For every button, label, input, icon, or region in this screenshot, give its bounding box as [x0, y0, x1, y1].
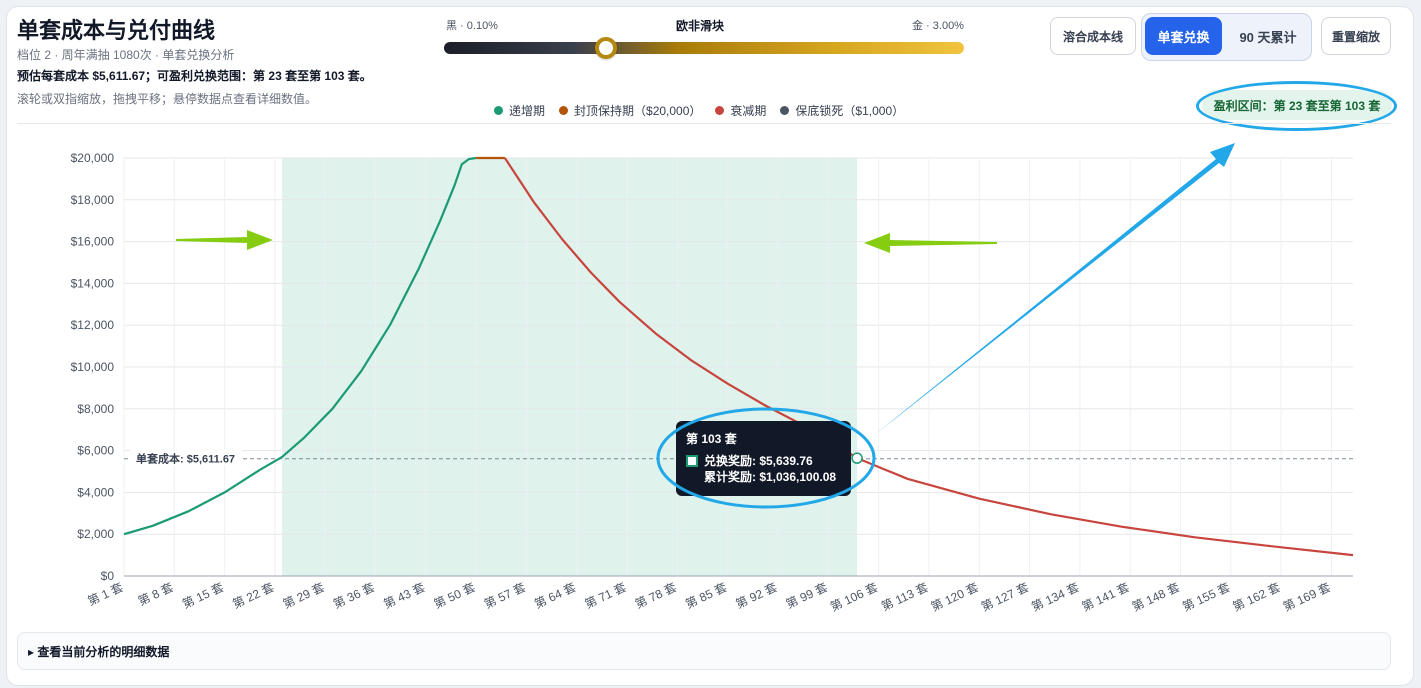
x-tick-label: 第 50 套 [432, 580, 478, 611]
y-tick-label: $12,000 [71, 318, 115, 332]
x-tick-label: 第 64 套 [532, 580, 578, 611]
x-tick-label: 第 22 套 [230, 580, 276, 611]
y-tick-label: $14,000 [71, 276, 115, 290]
data-point-tooltip: 第 103 套 兑换奖励: $5,639.76 累计奖励: $1,036,100… [676, 421, 851, 496]
x-tick-label: 第 148 套 [1130, 580, 1182, 614]
x-tick-label: 第 57 套 [482, 580, 528, 611]
x-tick-label: 第 43 套 [381, 580, 427, 611]
chart-svg[interactable]: $0 $2,000 $4,000 $6,000 $8,000 $10,000 $12,000… [0, 0, 1421, 688]
tooltip-reward: 兑换奖励: $5,639.76 [704, 454, 813, 468]
x-tick-label: 第 92 套 [733, 580, 779, 611]
y-tick-label: $4,000 [77, 485, 114, 499]
tooltip-title: 第 103 套 [686, 432, 737, 446]
x-tick-label: 第 85 套 [683, 580, 729, 611]
details-toggle[interactable]: ▸ 查看当前分析的明细数据 [17, 632, 1391, 670]
tooltip-swatch [686, 455, 698, 467]
x-tick-label: 第 99 套 [784, 580, 830, 611]
x-tick-label: 第 162 套 [1231, 580, 1283, 614]
x-tick-label: 第 8 套 [136, 580, 176, 608]
tooltip-cumulative: 累计奖励: $1,036,100.08 [704, 470, 837, 484]
x-tick-label: 第 127 套 [979, 580, 1031, 614]
y-tick-label: $10,000 [71, 360, 115, 374]
x-tick-label: 第 113 套 [879, 580, 930, 614]
x-tick-label: 第 120 套 [929, 580, 981, 614]
cost-line-label: 单套成本: $5,611.67 [136, 452, 235, 466]
x-tick-label: 第 141 套 [1080, 580, 1132, 614]
x-tick-label: 第 155 套 [1180, 580, 1232, 614]
y-tick-label: $18,000 [71, 193, 115, 207]
x-tick-label: 第 134 套 [1029, 580, 1081, 614]
x-tick-label: 第 78 套 [633, 580, 679, 611]
y-tick-label: $2,000 [77, 527, 114, 541]
x-tick-label: 第 71 套 [583, 580, 629, 611]
highlight-point [851, 452, 863, 464]
y-tick-label: $0 [101, 569, 115, 583]
x-tick-label: 第 169 套 [1281, 580, 1333, 614]
x-tick-label: 第 1 套 [86, 580, 126, 608]
y-tick-label: $16,000 [71, 235, 115, 249]
y-tick-label: $6,000 [77, 444, 114, 458]
x-tick-label: 第 36 套 [331, 580, 377, 611]
y-tick-label: $8,000 [77, 402, 114, 416]
x-tick-label: 第 106 套 [828, 580, 880, 614]
y-tick-label: $20,000 [71, 151, 115, 165]
x-tick-label: 第 15 套 [180, 580, 226, 611]
x-tick-label: 第 29 套 [281, 580, 327, 611]
